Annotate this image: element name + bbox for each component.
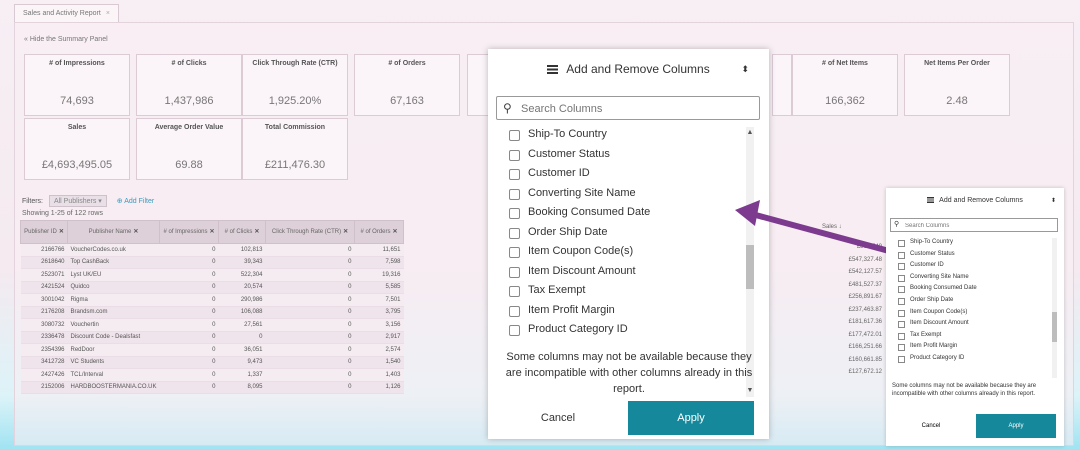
columns-list-icon [927,197,935,203]
modal-title: Add and Remove Columns [939,197,1023,204]
checkbox[interactable] [898,240,905,247]
apply-button[interactable]: Apply [976,414,1056,438]
column-option[interactable]: Converting Site Name [892,272,1052,284]
column-search-input[interactable] [903,220,1057,232]
column-option-label: Ship-To Country [910,239,954,245]
column-option[interactable]: Booking Consumed Date [892,283,1052,295]
column-list: Ship-To Country Customer Status Customer… [892,237,1052,377]
checkbox[interactable] [898,274,905,282]
checkbox[interactable] [898,344,905,352]
checkbox[interactable] [898,251,905,259]
column-option[interactable]: Order Ship Date [892,295,1052,307]
checkbox[interactable] [898,355,905,363]
column-option[interactable]: Customer ID [892,260,1052,272]
column-option-label: Item Coupon Code(s) [910,308,968,315]
add-remove-columns-modal-small: Add and Remove Columns ⬍ ⚲ Ship-To Count… [886,188,1064,446]
column-option-label: Product Category ID [910,354,965,361]
column-option-label: Customer ID [910,262,944,269]
column-option-label: Item Profit Margin [910,343,958,350]
checkbox[interactable] [898,286,905,294]
column-option[interactable]: Item Profit Margin [892,341,1052,353]
list-scrollbar-thumb[interactable] [1052,312,1057,342]
modal-header[interactable]: Add and Remove Columns ⬍ [886,188,1064,214]
column-option-label: Item Discount Amount [910,320,969,327]
arrow-head [735,200,760,226]
checkbox[interactable] [898,332,905,340]
cancel-button[interactable]: Cancel [886,414,976,438]
column-option[interactable]: Ship-To Country [892,237,1052,249]
list-scrollbar-track[interactable] [1052,238,1057,378]
column-option[interactable]: Item Coupon Code(s) [892,307,1052,319]
sort-arrows-icon[interactable]: ⬍ [1051,188,1056,214]
column-option-label: Order Ship Date [910,296,954,303]
checkbox[interactable] [898,297,905,305]
column-option-label: Booking Consumed Date [910,285,977,292]
column-option-label: Customer Status [910,250,955,257]
column-option[interactable]: Product Category ID [892,353,1052,365]
column-option[interactable]: Customer Status [892,249,1052,261]
search-icon: ⚲ [894,221,900,228]
checkbox[interactable] [898,309,905,317]
column-option-label: Tax Exempt [910,331,942,338]
checkbox[interactable] [898,263,905,271]
column-option-label: Converting Site Name [910,273,969,280]
column-search-box[interactable]: ⚲ [890,218,1058,232]
column-option[interactable]: Item Discount Amount [892,318,1052,330]
checkbox[interactable] [898,321,905,329]
column-option[interactable]: Tax Exempt [892,330,1052,342]
compatibility-note: Some columns may not be available becaus… [892,383,1037,397]
